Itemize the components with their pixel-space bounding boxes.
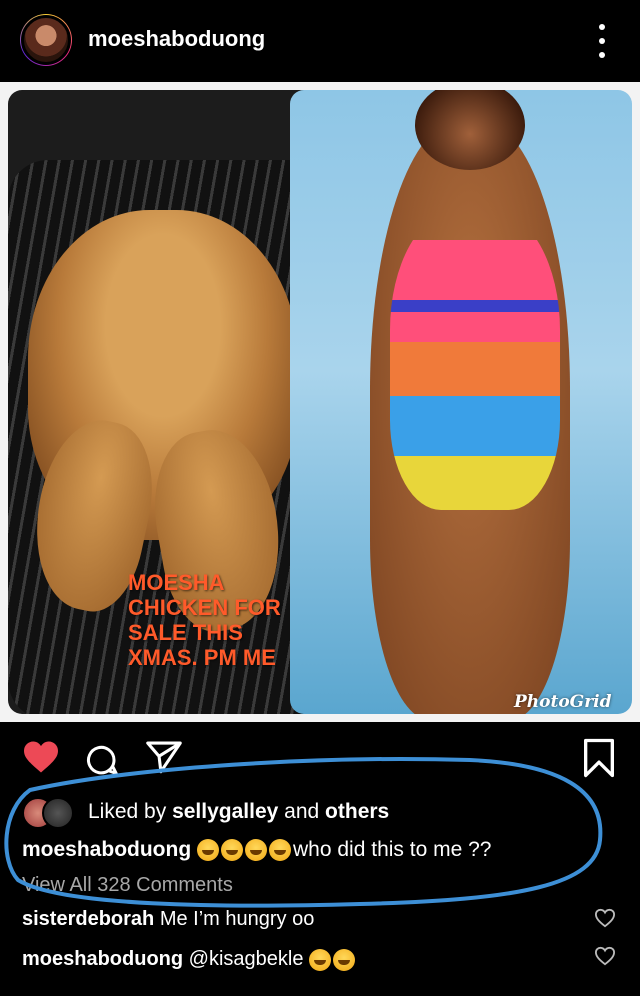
likes-and: and (284, 800, 320, 823)
view-all-comments[interactable]: View All 328 Comments (22, 874, 233, 897)
comment-row: moeshaboduong @kisagbekle (22, 948, 357, 971)
action-bar (0, 736, 640, 782)
likes-others[interactable]: others (325, 800, 389, 824)
overlay-caption: MOESHA CHICKEN FOR SALE THIS XMAS. PM ME (128, 570, 281, 670)
caption-text: who did this to me ?? (293, 838, 492, 861)
caption-username[interactable]: moeshaboduong (22, 838, 191, 862)
bookmark-icon[interactable] (582, 738, 616, 778)
comment-username[interactable]: sisterdeborah (22, 908, 154, 931)
grinning-emoji-icon (333, 948, 356, 971)
grinning-emoji-icon (309, 948, 332, 971)
more-options-icon[interactable] (592, 24, 612, 58)
liker-username[interactable]: sellygalley (172, 800, 278, 824)
post-header: moeshaboduong (0, 0, 640, 82)
comment-row: sisterdeborah Me I’m hungry oo (22, 908, 314, 931)
small-heart-icon[interactable] (594, 946, 616, 966)
comment-text: Me I’m hungry oo (159, 908, 315, 930)
comment-username[interactable]: moeshaboduong (22, 948, 183, 971)
likes-summary[interactable]: Liked by sellygalley and others (22, 795, 389, 829)
heart-icon[interactable] (22, 740, 60, 774)
likes-prefix: Liked by (88, 800, 167, 823)
share-icon[interactable] (144, 740, 184, 774)
small-heart-icon[interactable] (594, 908, 616, 928)
grinning-emoji-icon (221, 839, 244, 861)
post-username[interactable]: moeshaboduong (88, 26, 265, 52)
post-image[interactable]: MOESHA CHICKEN FOR SALE THIS XMAS. PM ME… (0, 82, 640, 722)
grinning-emoji-icon (245, 839, 268, 861)
grinning-emoji-icon (197, 839, 220, 861)
post-caption: moeshaboduong who did this to me ?? (22, 838, 491, 862)
comment-text: @kisagbekle (188, 948, 304, 970)
avatar[interactable] (20, 14, 72, 66)
comment-icon[interactable] (84, 742, 120, 778)
person-photo (290, 90, 632, 714)
grinning-emoji-icon (269, 839, 292, 861)
photogrid-watermark: PhotoGrid (514, 692, 612, 712)
liker-avatars (22, 797, 78, 829)
